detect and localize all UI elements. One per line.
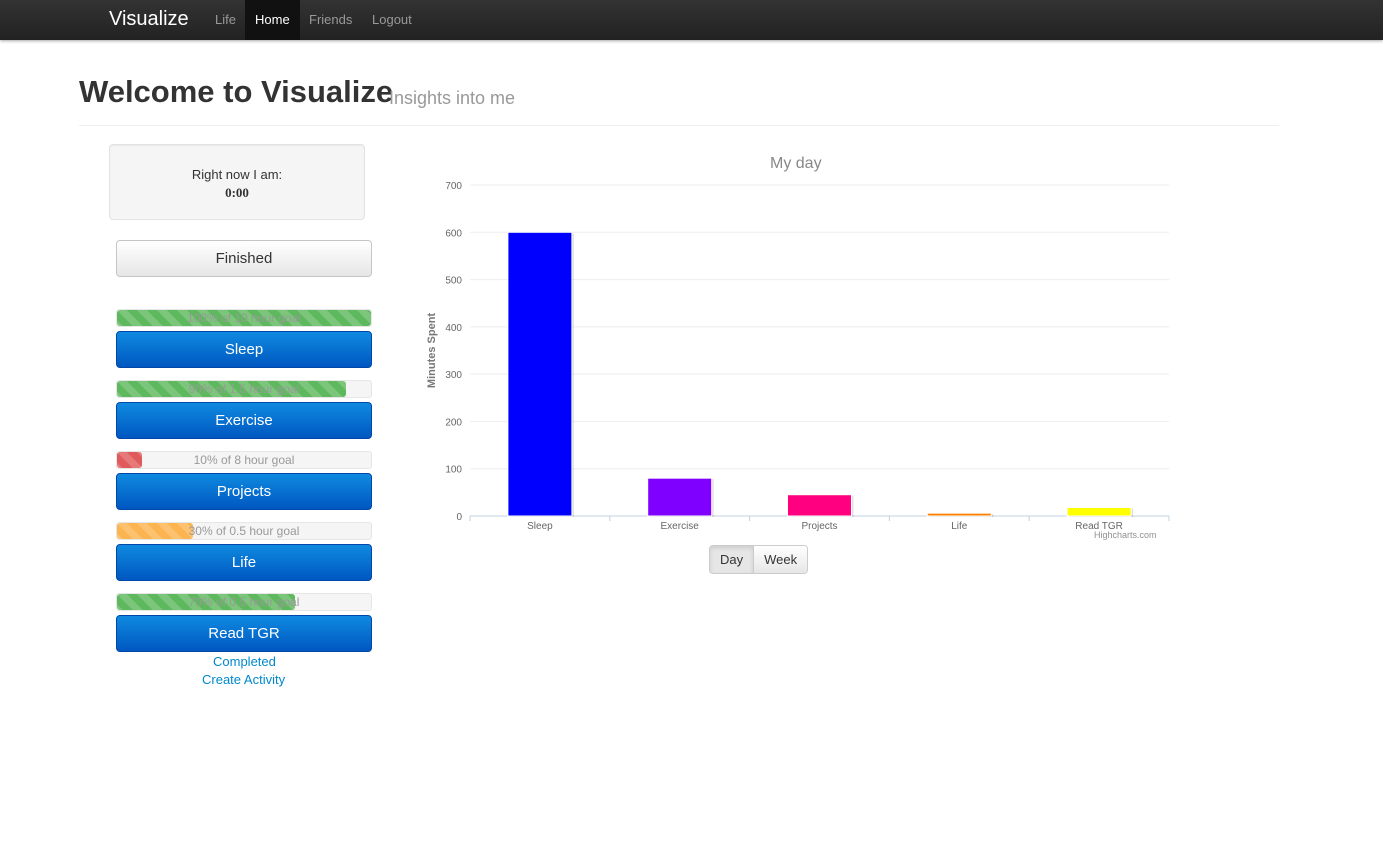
page-subtitle: Insights into me (389, 88, 516, 108)
bar-sleep (507, 231, 573, 517)
bar-shadow (789, 495, 854, 517)
y-tick-label: 100 (445, 465, 462, 476)
x-tick-label: Projects (801, 521, 837, 532)
status-label: Right now I am: (191, 167, 283, 182)
chart-title: My day (770, 155, 822, 172)
life-button[interactable]: Life (116, 544, 372, 581)
chart-range-toggle: Day Week (709, 545, 809, 574)
nav-link-life[interactable]: Life (215, 0, 236, 40)
y-tick-label: 400 (445, 323, 462, 334)
y-axis-title: Minutes Spent (426, 313, 438, 389)
sleep-progress-text: 100% of 10 hour goal (186, 311, 302, 325)
projects-progress: 10% of 8 hour goal (116, 451, 372, 469)
x-tick-label: Exercise (661, 521, 700, 532)
bar-exercise (647, 477, 713, 517)
highcharts-credit[interactable]: Highcharts.com (1094, 530, 1157, 540)
create-activity-link[interactable]: Create Activity (202, 672, 285, 687)
bar-shadow (929, 514, 994, 517)
bar-shadow (649, 479, 714, 517)
sleep-progress: 100% of 10 hour goal (116, 309, 372, 327)
y-tick-label: 600 (445, 228, 462, 239)
x-tick-label: Life (951, 521, 968, 532)
bar-read-tgr (1066, 506, 1132, 517)
y-tick-label: 300 (445, 370, 462, 381)
x-tick-label: Sleep (527, 521, 553, 532)
status-timer: 0:00 (225, 185, 249, 200)
completed-link[interactable]: Completed (213, 654, 276, 669)
life-progress: 30% of 0.5 hour goal (116, 522, 372, 540)
nav-link-home[interactable]: Home (245, 0, 300, 40)
nav-link-logout[interactable]: Logout (372, 0, 412, 40)
brand[interactable]: Visualize (109, 8, 189, 31)
bar-projects (787, 494, 852, 517)
read-tgr-button[interactable]: Read TGR (116, 615, 372, 652)
page-title: Welcome to Visualize (79, 74, 394, 109)
y-tick-label: 700 (445, 181, 462, 192)
day-button[interactable]: Day (710, 546, 754, 573)
exercise-button[interactable]: Exercise (116, 402, 372, 439)
finished-button[interactable]: Finished (116, 240, 372, 277)
life-progress-text: 30% of 0.5 hour goal (188, 524, 300, 538)
bar-shadow (509, 233, 574, 518)
nav-link-friends[interactable]: Friends (309, 0, 352, 40)
header-divider (79, 125, 1279, 126)
week-button[interactable]: Week (753, 546, 808, 573)
y-tick-label: 200 (445, 417, 462, 428)
bar-life (926, 512, 992, 517)
navbar: Visualize Life Home Friends Logout (0, 0, 1383, 40)
exercise-progress: 90% of 1.5 hour goal (116, 380, 372, 398)
status-well: Right now I am: 0:00 (109, 144, 365, 220)
read-tgr-progress-text: 70% of 0.5 hour goal (188, 595, 300, 609)
sleep-button[interactable]: Sleep (116, 331, 372, 368)
y-tick-label: 0 (456, 512, 462, 523)
projects-progress-text: 10% of 8 hour goal (193, 453, 295, 467)
y-tick-label: 500 (445, 276, 462, 287)
exercise-progress-text: 90% of 1.5 hour goal (188, 382, 300, 396)
bar-shadow (1069, 508, 1134, 517)
projects-button[interactable]: Projects (116, 473, 372, 510)
read-tgr-progress: 70% of 0.5 hour goal (116, 593, 372, 611)
